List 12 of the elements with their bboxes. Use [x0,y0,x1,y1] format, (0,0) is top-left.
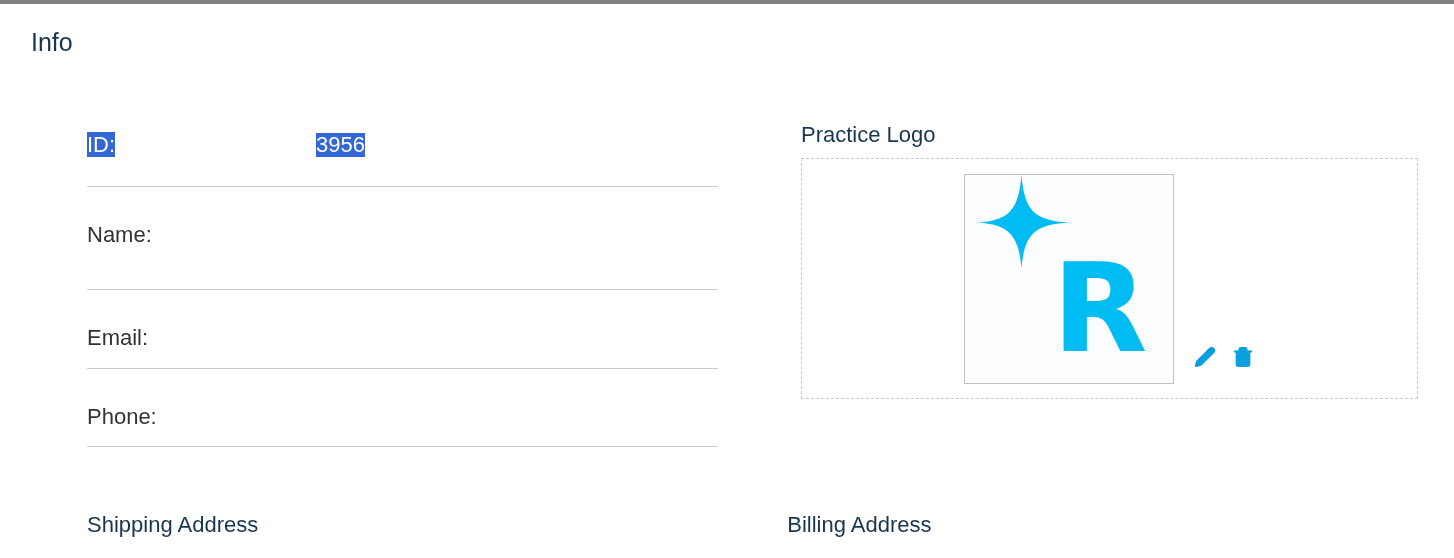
logo-image: R [964,173,1174,384]
address-heading: Shipping Address [87,511,259,539]
section-title: Info [31,28,73,56]
field-label: Phone: [87,405,158,429]
field-label: Name: [87,223,153,247]
address-heading: Billing Address [787,511,932,539]
field-label: ID: [87,133,117,157]
delete-button[interactable] [1232,346,1254,368]
logo-title: Practice Logo [801,121,936,149]
field-value: 3956 [316,133,365,157]
field-label: Email: [87,326,150,350]
edit-button[interactable] [1194,346,1216,368]
